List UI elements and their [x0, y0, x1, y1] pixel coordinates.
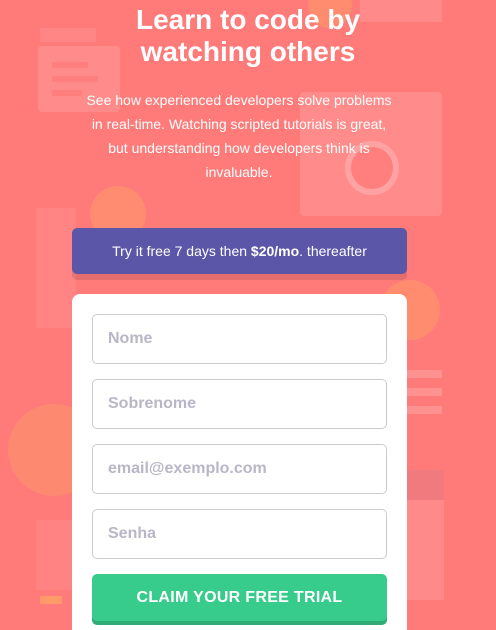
email-input[interactable] — [92, 444, 387, 494]
last-name-input[interactable] — [92, 379, 387, 429]
title-line: Learn to code by — [135, 4, 361, 35]
trial-price: $20/mo — [250, 243, 300, 259]
trial-text-suffix: . thereafter — [299, 243, 367, 259]
signup-form: CLAIM YOUR FREE TRIAL — [72, 294, 407, 630]
password-input[interactable] — [92, 509, 387, 559]
subtitle-line: invaluable. — [205, 164, 273, 180]
trial-text-prefix: Try it free 7 days then — [112, 243, 251, 259]
first-name-input[interactable] — [92, 314, 387, 364]
page-content: Learn to code by watching others See how… — [0, 0, 496, 630]
subtitle-line: in real-time. Watching scripted tutorial… — [91, 116, 387, 132]
trial-banner: Try it free 7 days then $20/mo. thereaft… — [72, 228, 407, 274]
page-title: Learn to code by watching others — [0, 4, 496, 68]
page-subtitle: See how experienced developers solve pro… — [78, 88, 400, 184]
title-line: watching others — [140, 36, 356, 67]
claim-trial-button[interactable]: CLAIM YOUR FREE TRIAL — [92, 574, 387, 621]
subtitle-line: See how experienced developers solve pro… — [86, 92, 392, 108]
subtitle-line: but understanding how developers think i… — [108, 140, 370, 156]
